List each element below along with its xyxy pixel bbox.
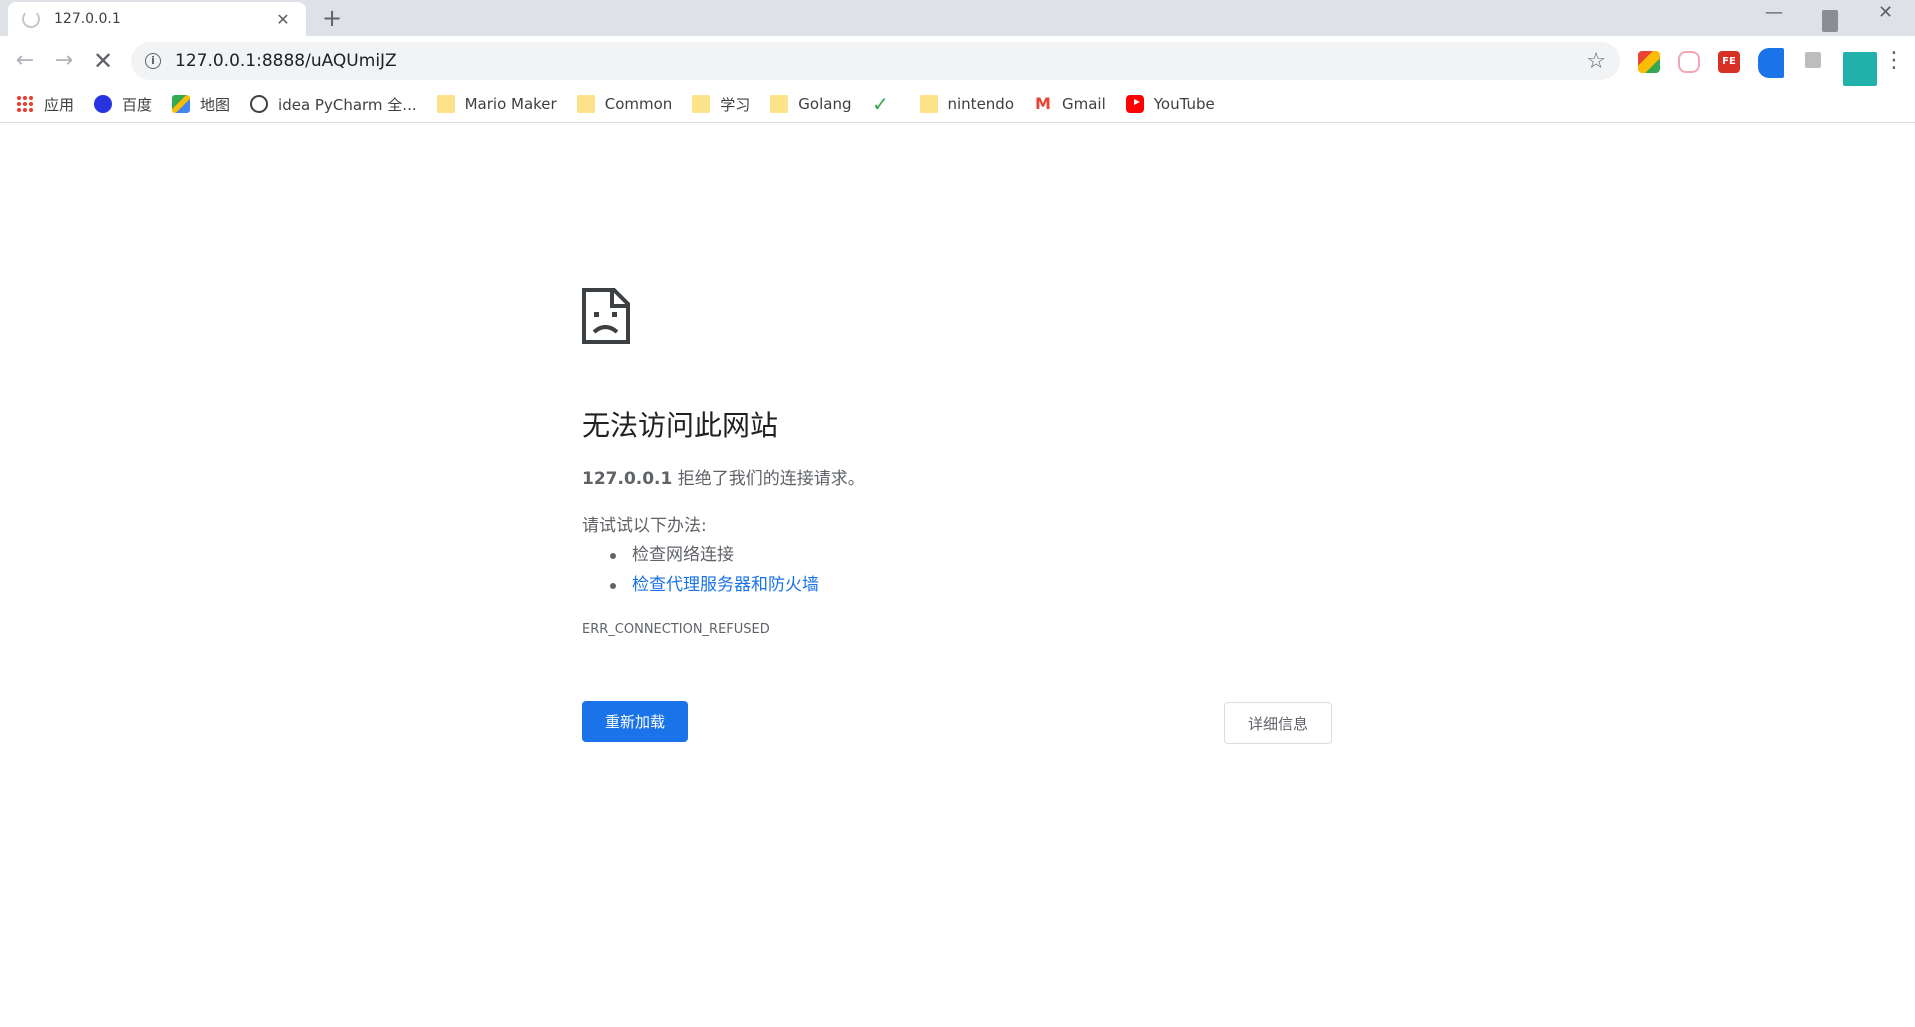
bookmark-label: Common (604, 95, 673, 113)
suggestions-list: 检查网络连接 检查代理服务器和防火墙 (582, 540, 1332, 600)
bookmark-apps[interactable]: 应用 (16, 94, 74, 115)
error-heading: 无法访问此网站 (582, 409, 779, 442)
extension-photos-icon[interactable] (1638, 51, 1660, 73)
tab-close-icon[interactable]: ✕ (274, 10, 292, 29)
bookmark-label: idea PyCharm 全... (278, 95, 417, 114)
forward-button[interactable]: → (49, 46, 79, 76)
bookmark-folder-golang[interactable]: Golang (770, 95, 852, 113)
baidu-icon (94, 95, 113, 113)
button-row: 重新加载 详细信息 (582, 701, 1332, 744)
reload-button[interactable]: 重新加载 (582, 701, 688, 742)
hao-check-icon: ✓ (872, 92, 889, 116)
bookmark-label: 学习 (720, 95, 751, 114)
try-label: 请试试以下办法: (582, 516, 707, 536)
details-button[interactable]: 详细信息 (1224, 702, 1332, 744)
apps-icon (16, 95, 34, 113)
extension-teal-icon[interactable] (1843, 52, 1877, 86)
folder-icon (770, 95, 789, 113)
bookmark-youtube[interactable]: YouTube (1125, 95, 1215, 113)
folder-icon (919, 95, 938, 113)
bookmark-label: 百度 (122, 95, 153, 114)
bookmark-label: Gmail (1062, 95, 1106, 113)
tab-active[interactable]: 127.0.0.1 ✕ (8, 2, 306, 36)
bookmark-label: Mario Maker (464, 95, 557, 113)
bookmark-label: Golang (798, 95, 852, 113)
globe-icon (250, 95, 269, 113)
address-bar[interactable]: i 127.0.0.1:8888/uAQUmiJZ ☆ (131, 42, 1620, 80)
tab-title: 127.0.0.1 (54, 11, 121, 27)
suggestion-check-network: 检查网络连接 (610, 540, 1332, 570)
tab-strip: 127.0.0.1 ✕ + — ✕ (0, 0, 1915, 36)
browser-menu-button[interactable]: ⋮ (1883, 46, 1905, 76)
extension-cat-icon[interactable] (1678, 51, 1700, 73)
bookmark-hao[interactable]: ✓ (872, 92, 900, 116)
error-code: ERR_CONNECTION_REFUSED (582, 622, 770, 637)
bookmark-label: 地图 (200, 95, 231, 114)
browser-toolbar: ← → ✕ i 127.0.0.1:8888/uAQUmiJZ ☆ FE ⋮ (0, 36, 1915, 86)
back-button[interactable]: ← (10, 46, 40, 76)
site-info-icon[interactable]: i (145, 53, 161, 69)
bookmark-folder-mario-maker[interactable]: Mario Maker (436, 95, 557, 113)
bookmark-folder-study[interactable]: 学习 (692, 94, 750, 115)
bookmark-maps[interactable]: 地图 (172, 94, 230, 115)
error-page: 无法访问此网站 127.0.0.1 拒绝了我们的连接请求。 请试试以下办法: 检… (582, 288, 1332, 744)
folder-icon (436, 95, 455, 113)
bookmark-folder-nintendo[interactable]: nintendo (919, 95, 1015, 113)
bookmark-pycharm[interactable]: idea PyCharm 全... (250, 94, 417, 115)
extension-blue-icon[interactable] (1758, 48, 1784, 78)
youtube-icon (1125, 95, 1144, 113)
extension-fe-icon[interactable]: FE (1718, 51, 1740, 73)
maximize-window-button[interactable] (1822, 10, 1838, 32)
sad-page-icon (582, 288, 630, 344)
bookmarks-bar: 应用 百度 地图 idea PyCharm 全... Mario Maker C… (0, 86, 1915, 123)
extension-gray-icon[interactable] (1805, 52, 1821, 68)
close-window-button[interactable]: ✕ (1878, 2, 1893, 23)
folder-icon (576, 95, 595, 113)
minimize-window-button[interactable]: — (1765, 2, 1783, 23)
loading-spinner-icon (22, 10, 40, 28)
new-tab-button[interactable]: + (322, 5, 342, 31)
error-description: 127.0.0.1 拒绝了我们的连接请求。 (582, 464, 1332, 489)
bookmark-label: 应用 (44, 95, 75, 114)
stop-loading-button[interactable]: ✕ (88, 46, 118, 76)
bookmark-label: nintendo (947, 95, 1015, 113)
maps-icon (172, 95, 191, 113)
bookmark-folder-common[interactable]: Common (576, 95, 673, 113)
gmail-icon: M (1035, 94, 1051, 113)
folder-icon (692, 95, 711, 113)
error-message: 拒绝了我们的连接请求。 (672, 469, 865, 489)
bookmark-star-icon[interactable]: ☆ (1586, 49, 1606, 74)
restore-icon (1822, 10, 1838, 32)
suggestion-check-proxy-link[interactable]: 检查代理服务器和防火墙 (610, 570, 1332, 600)
url-text[interactable]: 127.0.0.1:8888/uAQUmiJZ (175, 51, 1586, 71)
bookmark-label: YouTube (1153, 95, 1215, 113)
error-host: 127.0.0.1 (582, 469, 673, 489)
bookmark-baidu[interactable]: 百度 (94, 94, 152, 115)
bookmark-gmail[interactable]: M Gmail (1034, 94, 1106, 114)
